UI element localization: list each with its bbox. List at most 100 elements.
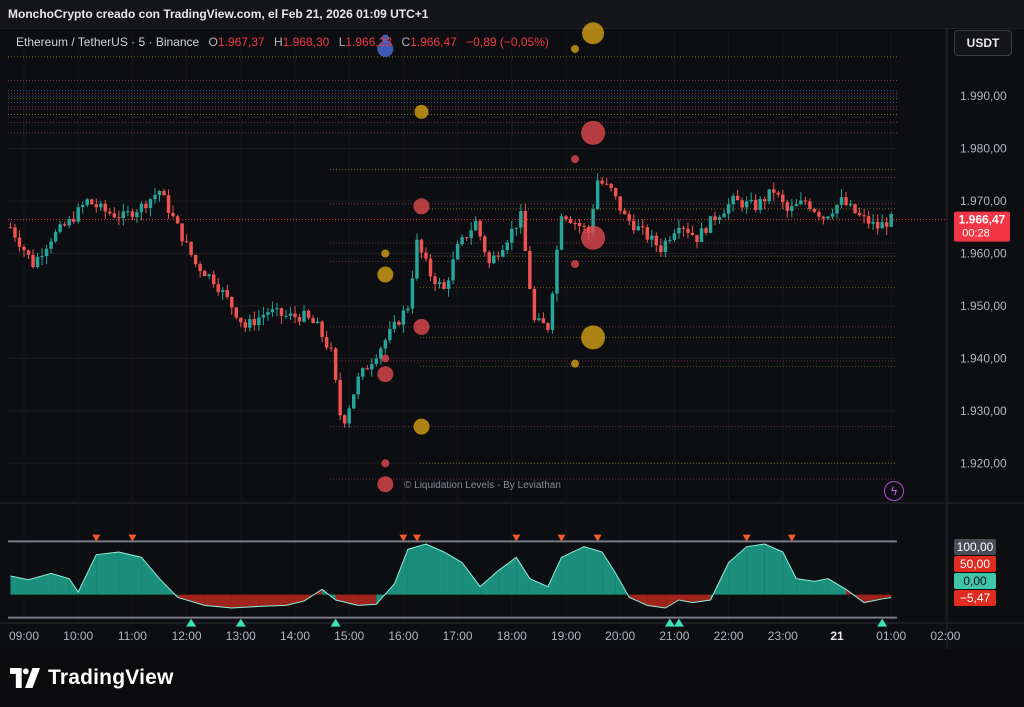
candle-body [799, 200, 803, 205]
y-tick-label: 1.980,00 [960, 142, 1007, 156]
candle-body [808, 201, 812, 210]
candle-body [632, 220, 636, 231]
oscillator-pane [8, 534, 897, 627]
lightning-icon[interactable]: ϟ [884, 481, 904, 501]
liquidation-bubble [581, 225, 606, 250]
candle-body [857, 213, 862, 216]
candle-body [695, 235, 699, 243]
oscillator-axis: 100,00 50,00 0,00 −5,47 [954, 539, 996, 606]
candle-body [817, 211, 821, 217]
candle-body [243, 322, 248, 328]
liquidation-bubble [571, 44, 580, 53]
tradingview-wordmark: TradingView [48, 666, 174, 689]
candle-body [577, 223, 582, 227]
y-tick-label: 1.940,00 [960, 351, 1007, 365]
candle-body [776, 192, 781, 195]
price-chart-svg[interactable]: 1.990,00 1.980,00 1.970,00 1.960,00 1.950,00… [0, 0, 1024, 649]
candle-body [889, 213, 893, 227]
x-tick-label: 15:00 [334, 629, 364, 643]
liquidation-bubble [571, 260, 580, 268]
candle-body [153, 195, 157, 200]
osc-level-label: 0,00 [963, 574, 987, 588]
candle-body [482, 236, 487, 253]
candle-body [690, 232, 695, 236]
x-tick-label: 20:00 [605, 629, 635, 643]
candle-body [80, 205, 85, 208]
candle-body [744, 201, 749, 208]
candle-body [288, 313, 293, 316]
candle-body [257, 317, 261, 326]
candle-body [189, 241, 193, 255]
osc-area-segment [462, 562, 481, 595]
candle-body [659, 245, 663, 253]
candle-body [740, 200, 744, 208]
candle-body [510, 228, 514, 243]
candle-body [297, 317, 302, 322]
candle-body [496, 255, 500, 257]
currency-button[interactable]: USDT [954, 30, 1012, 56]
osc-area-segment [561, 546, 585, 595]
osc-area-segment [51, 573, 70, 595]
candle-body [641, 226, 645, 228]
liquidation-bubble [381, 459, 390, 468]
candle-body [460, 237, 464, 245]
candle-body [487, 252, 491, 264]
candle-body [636, 226, 640, 231]
liquidation-bubble [377, 266, 394, 283]
candle-body [230, 296, 234, 308]
candle-body [433, 276, 437, 285]
candle-body [473, 220, 478, 231]
candle-body [406, 308, 410, 311]
candle-body [437, 282, 442, 285]
candle-body [324, 336, 329, 348]
open-label: O [208, 35, 218, 49]
liquidation-bubble [571, 155, 580, 164]
candle-body [501, 250, 505, 257]
candle-body [193, 254, 198, 265]
x-tick-label: 09:00 [9, 629, 39, 643]
candle-body [397, 321, 401, 325]
x-tick-label: 01:00 [876, 629, 906, 643]
candle-body [681, 227, 686, 229]
candle-body [211, 274, 216, 285]
candle-body [677, 227, 681, 234]
osc-area-segment [118, 552, 142, 595]
symbol-name[interactable]: Ethereum / TetherUS · 5 · Binance [16, 35, 199, 49]
x-tick-label: 17:00 [443, 629, 473, 643]
candle-body [361, 368, 365, 377]
candle-body [112, 213, 117, 218]
x-tick-label: 10:00 [63, 629, 93, 643]
candle-body [320, 321, 324, 337]
osc-area-segment [584, 546, 603, 595]
candle-body [266, 312, 270, 315]
candle-body [564, 216, 568, 220]
tradingview-logo-icon [10, 668, 40, 688]
x-tick-label: 18:00 [497, 629, 527, 643]
candle-body [875, 221, 880, 229]
osc-area-segment [425, 544, 445, 595]
candle-body [830, 213, 835, 217]
candle-body [130, 211, 135, 218]
osc-area-segment [444, 552, 463, 595]
candle-body [67, 218, 71, 226]
x-tick-label: 22:00 [714, 629, 744, 643]
candle-body [252, 319, 257, 326]
candle-body [708, 216, 713, 233]
candle-body [446, 280, 451, 289]
candle-body [821, 216, 826, 219]
candle-body [613, 187, 618, 197]
candle-body [532, 288, 537, 321]
candle-body [383, 340, 388, 349]
candle-body [514, 227, 519, 229]
candle-body [26, 250, 31, 255]
candle-body [726, 204, 731, 214]
candle-body [347, 408, 351, 424]
time-axis: 09:00 10:00 11:00 12:00 13:00 14:00 15:00 16:00… [9, 629, 961, 643]
candle-body [31, 254, 35, 268]
candle-body [555, 249, 559, 294]
osc-area-segment [407, 544, 426, 595]
candle-body [442, 282, 446, 289]
candle-body [699, 228, 704, 243]
osc-area-segment [602, 552, 616, 595]
close-value: 1.966,47 [410, 35, 457, 49]
